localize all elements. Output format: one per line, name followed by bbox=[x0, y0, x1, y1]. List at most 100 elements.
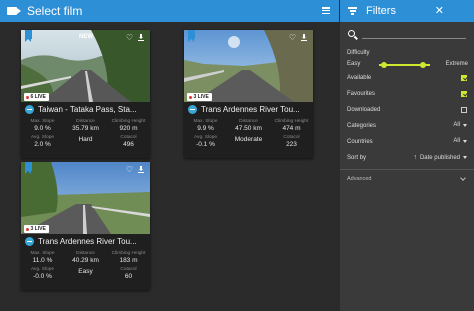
filters-panel: Filters ✕ Difficulty Easy Extreme Availa… bbox=[339, 0, 474, 311]
provider-logo-icon bbox=[25, 237, 34, 246]
stat-label: Max. Slope bbox=[30, 119, 55, 124]
countries-label: Countries bbox=[347, 139, 373, 145]
stat-value: Moderate bbox=[234, 136, 263, 143]
downloaded-filter[interactable]: Downloaded bbox=[340, 102, 474, 118]
film-title: Trans Ardennes River Tou... bbox=[201, 105, 300, 114]
favourites-filter[interactable]: Favourites bbox=[340, 86, 474, 102]
film-title-row: Taiwan - Tataka Pass, Sta... bbox=[25, 105, 149, 114]
stat-value: 920 m bbox=[119, 125, 138, 132]
downloaded-label: Downloaded bbox=[347, 107, 381, 113]
stat-value: Easy bbox=[78, 268, 93, 275]
stat-label: Distance bbox=[76, 251, 95, 256]
top-bar: Select film bbox=[0, 0, 339, 22]
available-label: Available bbox=[347, 75, 372, 81]
provider-logo-icon bbox=[188, 105, 197, 114]
stat-value: 60 bbox=[124, 273, 133, 280]
search-input[interactable] bbox=[362, 38, 466, 39]
bookmark-icon bbox=[25, 30, 32, 42]
favorite-icon[interactable]: ♡ bbox=[126, 33, 133, 42]
new-badge: NEW bbox=[79, 34, 93, 40]
stat-value: -0.0 % bbox=[33, 273, 52, 280]
sort-direction-icon[interactable]: ↑ bbox=[413, 154, 417, 161]
advanced-label: Advanced bbox=[347, 175, 372, 182]
stat-value: 40.29 km bbox=[72, 257, 99, 264]
live-badge: 3 LIVE bbox=[187, 93, 212, 101]
bookmark-icon bbox=[25, 162, 32, 174]
filter-search[interactable] bbox=[340, 22, 474, 46]
favourites-label: Favourites bbox=[347, 91, 376, 97]
favourites-checkbox[interactable] bbox=[461, 91, 467, 97]
stat-label: Cotacol bbox=[120, 135, 137, 140]
difficulty-min-handle[interactable] bbox=[381, 61, 388, 68]
categories-select[interactable]: All bbox=[453, 122, 467, 128]
difficulty-label: Difficulty bbox=[347, 50, 370, 56]
download-icon[interactable] bbox=[138, 34, 144, 41]
stat-value: 2.0 % bbox=[34, 141, 51, 148]
dropdown-arrow-icon bbox=[463, 139, 467, 143]
film-title: Trans Ardennes River Tou... bbox=[38, 237, 137, 246]
stat-label: Climbing Height bbox=[111, 251, 146, 256]
live-dot-icon bbox=[26, 227, 29, 231]
stat-value: 9.9 % bbox=[197, 125, 214, 132]
stat-label: Distance bbox=[76, 119, 95, 124]
difficulty-min-label: Easy bbox=[347, 61, 361, 67]
stat-value: 11.0 % bbox=[32, 257, 53, 264]
stat-label: Climbing Height bbox=[111, 119, 146, 124]
stat-value: 223 bbox=[286, 141, 297, 148]
provider-logo-icon bbox=[25, 105, 34, 114]
stat-label: Distance bbox=[239, 119, 258, 124]
live-dot-icon bbox=[189, 95, 192, 99]
film-title-row: Trans Ardennes River Tou... bbox=[188, 105, 312, 114]
sort-select[interactable]: ↑ Date published bbox=[413, 154, 467, 161]
bookmark-icon bbox=[188, 30, 195, 42]
difficulty-max-label: Extreme bbox=[445, 61, 468, 67]
film-card[interactable]: ♡ 3 LIVE Trans Ardennes River Tou... Max… bbox=[21, 162, 150, 290]
film-card[interactable]: NEW ♡ 6 LIVE Taiwan - Tataka Pass, Sta..… bbox=[21, 30, 150, 158]
difficulty-filter: Difficulty Easy Extreme bbox=[340, 46, 474, 70]
stat-label: Avg. Slope bbox=[193, 135, 218, 140]
chevron-down-icon bbox=[460, 175, 466, 181]
live-badge: 6 LIVE bbox=[24, 93, 49, 101]
stat-value: 47.50 km bbox=[235, 125, 262, 132]
stat-value: Hard bbox=[78, 136, 93, 143]
difficulty-max-handle[interactable] bbox=[420, 61, 427, 68]
downloaded-checkbox[interactable] bbox=[461, 107, 467, 113]
categories-filter[interactable]: Categories All bbox=[340, 118, 474, 134]
favorite-icon[interactable]: ♡ bbox=[289, 33, 296, 42]
countries-filter[interactable]: Countries All bbox=[340, 134, 474, 150]
live-badge: 3 LIVE bbox=[24, 225, 49, 233]
list-view-icon[interactable] bbox=[322, 7, 330, 15]
stat-value: 35.79 km bbox=[72, 125, 99, 132]
advanced-section[interactable]: Advanced bbox=[340, 169, 474, 187]
video-camera-icon bbox=[7, 7, 21, 15]
live-dot-icon bbox=[26, 95, 29, 99]
stat-label: Avg. Slope bbox=[30, 135, 55, 140]
dropdown-arrow-icon bbox=[463, 156, 467, 159]
stat-label: Cotacol bbox=[120, 267, 137, 272]
countries-select[interactable]: All bbox=[453, 138, 467, 144]
filter-icon bbox=[348, 6, 357, 16]
download-icon[interactable] bbox=[301, 34, 307, 41]
sort-label: Sort by bbox=[347, 155, 367, 161]
dropdown-arrow-icon bbox=[463, 123, 467, 127]
stat-label: Max. Slope bbox=[30, 251, 55, 256]
download-icon[interactable] bbox=[138, 166, 144, 173]
filters-title: Filters bbox=[366, 5, 396, 17]
favorite-icon[interactable]: ♡ bbox=[126, 165, 133, 174]
stat-value: 474 m bbox=[282, 125, 301, 132]
film-title: Taiwan - Tataka Pass, Sta... bbox=[38, 105, 137, 114]
available-checkbox[interactable] bbox=[461, 75, 467, 81]
film-title-row: Trans Ardennes River Tou... bbox=[25, 237, 149, 246]
stat-value: -0.1 % bbox=[196, 141, 215, 148]
stat-label: Avg. Slope bbox=[30, 267, 55, 272]
page-title: Select film bbox=[27, 4, 83, 18]
categories-label: Categories bbox=[347, 123, 377, 129]
close-icon[interactable]: ✕ bbox=[435, 4, 444, 17]
stat-value: 183 m bbox=[119, 257, 138, 264]
film-card[interactable]: ♡ 3 LIVE Trans Ardennes River Tou... Max… bbox=[184, 30, 313, 158]
stat-value: 9.0 % bbox=[34, 125, 51, 132]
available-filter[interactable]: Available bbox=[340, 70, 474, 86]
stat-value: 496 bbox=[123, 141, 134, 148]
filters-header: Filters ✕ bbox=[340, 0, 474, 22]
sort-filter[interactable]: Sort by ↑ Date published bbox=[340, 150, 474, 166]
